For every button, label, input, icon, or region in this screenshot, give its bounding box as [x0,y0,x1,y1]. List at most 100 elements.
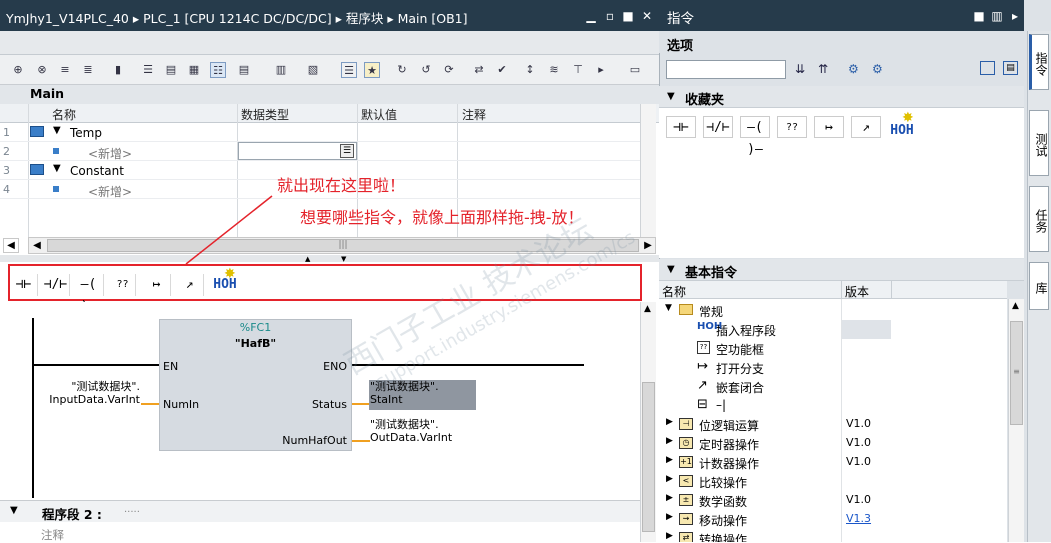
tab-library[interactable]: 库 [1029,262,1049,310]
tree-folder-general[interactable]: ▼ 常规 [659,301,1007,320]
settings-icon[interactable]: ⚙ [872,62,883,76]
options-title: 选项 [667,39,694,54]
expand-icon[interactable]: ▶ [666,474,673,484]
open-branch-icon: ↦ [697,359,708,374]
search-up-icon[interactable]: ⇈ [818,62,828,76]
search-option-icon[interactable]: ⚙ [848,62,859,76]
annotation-line2: 想要哪些指令，就像上面那样拖-拽-放！ [300,208,584,227]
power-rail [32,318,34,498]
expand-icon[interactable]: ▶ [666,455,673,465]
expand-icon[interactable]: ▼ [665,303,672,313]
fav-nc-contact-icon[interactable]: ⊣/⊢ [703,116,733,138]
fav-coil-icon[interactable]: –( )– [740,116,770,157]
tree-label: 嵌套闭合 [716,381,765,395]
tree-item[interactable]: ↦ 打开分支 [659,358,1007,377]
tab-label: 任务 [1034,209,1048,233]
tree-item[interactable]: ↗ 嵌套闭合 [659,377,1007,396]
instructions-titlebar: 指令 ■ ▥ ▸ [659,0,1024,31]
timer-icon: ◷ [679,437,693,449]
expand-icon[interactable]: ▶ [666,512,673,522]
network-2-title: 程序段 2 : [42,507,102,522]
tree-label: 常规 [699,305,724,319]
out-wire [352,440,370,442]
fc-name: "HafB" [234,337,277,350]
out-operand[interactable]: "测试数据块". OutData.VarInt [370,418,452,444]
tree-label: 数学函数 [699,495,748,509]
tree-category[interactable]: ▶ ⊣ 位逻辑运算 V1.0 [659,415,1007,434]
star-icon: ✸ [902,110,914,126]
tree-item[interactable]: ?? 空功能框 [659,339,1007,358]
instr-col-version: 版本 [845,285,870,299]
tree-label: 比较操作 [699,476,748,490]
annotation-line1: 就出现在这里啦！ [277,176,406,195]
tab-label: 库 [1034,282,1048,294]
en-wire [32,364,159,366]
expand-icon[interactable]: ▶ [666,531,673,541]
fav-no-contact-icon[interactable]: ⊣⊢ [666,116,696,138]
fav-close-branch-icon[interactable]: ↗ [851,116,881,138]
instr-col-name: 名称 [662,285,687,299]
network-2-dots: ..... [124,504,140,515]
layout-icon[interactable]: ▥ [990,9,1004,23]
network-2-comment[interactable]: 注释 [41,527,64,543]
search-down-icon[interactable]: ⇊ [795,62,805,76]
collapse-icon[interactable]: ▼ [10,505,18,516]
collapse-pane-icon[interactable]: ▸ [1008,9,1022,23]
instr-table-header: 名称 版本 [659,281,1007,299]
tree-version: V1.0 [846,493,872,506]
tree-item[interactable]: ⊟ –| [659,396,1007,415]
numin-pin: NumIn [163,398,200,411]
scroll-thumb[interactable] [642,382,655,532]
empty-box-icon: ?? [697,341,710,354]
expand-icon[interactable]: ▶ [666,436,673,446]
tree-version: V1.0 [846,436,872,449]
compare-icon: < [679,475,693,487]
fc-block[interactable]: %FC1 "HafB" EN ENO NumIn Status NumHafOu… [159,319,352,451]
in-operand[interactable]: "测试数据块". InputData.VarInt [44,380,140,406]
tree-category[interactable]: ▶ ± 数学函数 V1.0 [659,491,1007,510]
collapse-icon[interactable]: ▼ [667,91,675,102]
tree-category[interactable]: ▶ ◷ 定时器操作 V1.0 [659,434,1007,453]
tree-category[interactable]: ▶ ⇝ 移动操作 V1.3 [659,510,1007,529]
eno-pin: ENO [323,360,347,373]
tree-label: 转换操作 [699,533,748,542]
counter-icon: +1 [679,456,693,468]
tree-category[interactable]: ▶ ⇄ 转换操作 [659,529,1007,542]
tree-label: 位逻辑运算 [699,419,760,433]
bit-logic-icon: ⊣ [679,418,693,430]
scroll-up-icon[interactable]: ▲ [1012,301,1019,311]
tab-tasks[interactable]: 任务 [1029,186,1049,252]
tab-instructions[interactable]: 指令 [1029,34,1049,90]
tree-category[interactable]: ▶ +1 计数器操作 V1.0 [659,453,1007,472]
line-icon: ⊟ [697,397,708,412]
editor-vscroll[interactable]: ▲ [640,302,656,542]
expand-icon[interactable]: ▶ [666,493,673,503]
tree-label: 空功能框 [716,343,765,357]
tree-item[interactable]: HOH 插入程序段 [659,320,1007,339]
pin-icon[interactable]: ■ [972,9,986,23]
tree-label: 移动操作 [699,514,748,528]
network-2-header[interactable]: ▼ 程序段 2 : ..... [0,500,640,522]
scroll-up-icon[interactable]: ▲ [644,304,651,314]
view-icon[interactable] [980,61,995,75]
tab-label: 测试 [1034,133,1048,157]
view-list-icon[interactable]: ▤ [1003,61,1018,75]
fav-open-branch-icon[interactable]: ↦ [814,116,844,138]
scroll-thumb[interactable]: ≡ [1010,321,1023,425]
tree-version-link[interactable]: V1.3 [846,512,871,525]
favorites-section[interactable]: ▼ 收藏夹 [659,86,1024,108]
tab-label: 指令 [1034,52,1048,76]
fav-empty-box-icon[interactable]: ?? [777,116,807,138]
move-icon: ⇝ [679,513,693,525]
basic-instructions-section[interactable]: ▼ 基本指令 [659,259,1024,281]
expand-icon[interactable]: ▶ [666,417,673,427]
collapse-icon[interactable]: ▼ [667,264,675,275]
instructions-title: 指令 [667,11,694,27]
tab-test[interactable]: 测试 [1029,110,1049,176]
search-input[interactable] [666,60,786,79]
tree-version: V1.0 [846,417,872,430]
en-pin: EN [163,360,179,373]
instr-vscroll[interactable]: ▲ ≡ [1008,299,1024,542]
tree-category[interactable]: ▶ < 比较操作 [659,472,1007,491]
tree-label: 打开分支 [716,362,765,376]
